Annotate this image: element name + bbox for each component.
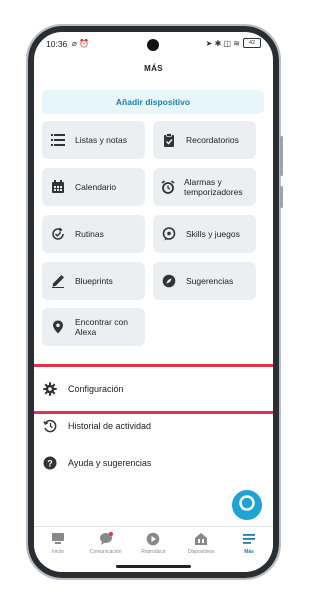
tile-label: Alarmas y temporizadores [184,176,243,198]
compass-icon [161,273,177,289]
system-icons: ➤ ✱ ◫ ≋ 42 [206,38,261,48]
help-icon: ? [43,456,57,470]
menu-item-help[interactable]: ? Ayuda y sugerencias [43,454,151,472]
tile-find-with-alexa[interactable]: Encontrar con Alexa [42,308,145,346]
power-button [280,136,283,176]
tile-label: Blueprints [75,275,113,286]
tile-label: Skills y juegos [186,228,240,239]
home-indicator[interactable] [116,565,191,568]
tab-devices[interactable]: Dispositivos [177,527,225,563]
bottom-tab-bar: Inicio Comunicación Reproducir Dispositi… [34,526,273,563]
pencil-icon [50,273,66,289]
tile-blueprints[interactable]: Blueprints [42,262,145,300]
tile-calendar[interactable]: Calendario [42,168,145,206]
tile-label: Recordatorios [186,134,239,145]
tile-label: Calendario [75,181,117,192]
tab-play[interactable]: Reproducir [130,527,178,563]
calendar-icon [50,179,66,195]
routine-check-icon [50,226,66,242]
svg-text:?: ? [47,458,53,468]
alexa-icon [238,494,256,517]
tab-label: Dispositivos [187,549,215,555]
tab-home[interactable]: Inicio [34,527,82,563]
home-icon [51,532,65,546]
tile-label: Rutinas [75,228,104,239]
tab-label: Reproducir [141,549,166,555]
alexa-button[interactable] [232,490,262,520]
history-icon [43,419,57,433]
menu-icon [242,532,256,546]
history-label: Historial de actividad [68,421,152,431]
volume-button [280,186,283,208]
tile-label: Listas y notas [75,134,127,145]
tab-label: Inicio [52,549,64,555]
status-time: 10:36 [46,39,68,49]
tile-skills-games[interactable]: Skills y juegos [153,215,256,253]
highlight-box [34,364,273,414]
chat-icon [99,532,113,546]
notification-icons: ⌀ ⏰ [72,39,89,48]
chat-bubble-icon [161,226,177,242]
tab-communication[interactable]: Comunicación [82,527,130,563]
tile-alarms-timers[interactable]: Alarmas y temporizadores [153,168,256,206]
clipboard-check-icon [161,132,177,148]
phone-frame: 10:36 ⌀ ⏰ ➤ ✱ ◫ ≋ 42 MÁS Añadir disposit… [26,24,283,580]
page-title: MÁS [144,64,163,73]
tile-routines[interactable]: Rutinas [42,215,145,253]
tile-suggestions[interactable]: Sugerencias [153,262,256,300]
tile-label: Sugerencias [186,275,234,286]
battery-icon: 42 [243,38,261,48]
devices-icon [194,532,208,546]
play-icon [146,532,160,546]
menu-item-activity-history[interactable]: Historial de actividad [43,417,151,435]
status-bar: 10:36 ⌀ ⏰ ➤ ✱ ◫ ≋ 42 [34,32,273,54]
screen: 10:36 ⌀ ⏰ ➤ ✱ ◫ ≋ 42 MÁS Añadir disposit… [34,32,273,572]
tab-label: Comunicación [89,549,122,555]
alarm-clock-icon [161,179,175,195]
list-icon [50,132,66,148]
tile-lists-notes[interactable]: Listas y notas [42,121,145,159]
tab-label: Más [244,549,254,555]
tile-label: Encontrar con Alexa [75,316,128,338]
tab-more[interactable]: Más [225,527,273,563]
location-pin-icon [50,319,66,335]
signal-icons: ➤ ✱ ◫ ≋ [205,38,240,48]
camera-hole [147,39,159,51]
add-device-button[interactable]: Añadir dispositivo [42,90,264,114]
tile-reminders[interactable]: Recordatorios [153,121,256,159]
help-label: Ayuda y sugerencias [68,458,152,468]
